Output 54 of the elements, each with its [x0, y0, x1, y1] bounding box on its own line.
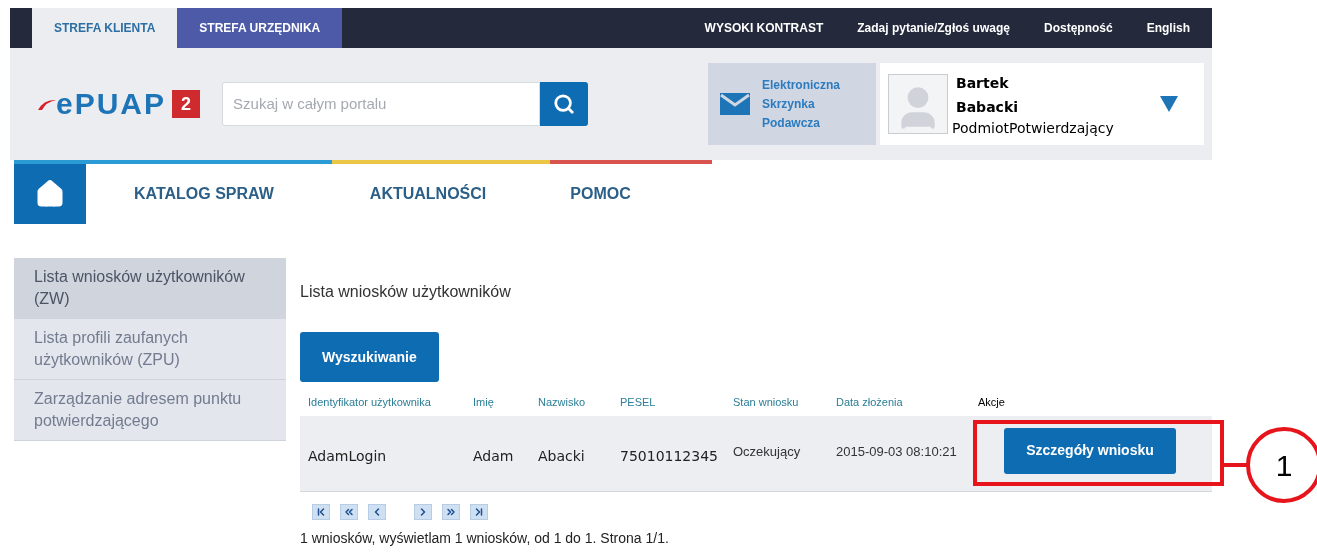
prev-page-icon: [343, 506, 355, 518]
home-icon: [35, 179, 65, 209]
top-link[interactable]: Dostępność: [1043, 19, 1113, 37]
avatar-icon: [888, 74, 948, 134]
table-cell: Oczekujący: [733, 443, 801, 459]
results-summary: 1 wniosków, wyświetlam 1 wniosków, od 1 do 1. Strona 1/1.: [300, 529, 670, 548]
pager-button[interactable]: [470, 504, 488, 520]
zone-tab[interactable]: STREFA URZĘDNIKA: [177, 8, 343, 48]
column-header: Imię: [473, 396, 494, 408]
top-link[interactable]: Zadaj pytanie/Zgłoś uwagę: [857, 19, 1010, 37]
nav-link[interactable]: POMOC: [570, 182, 631, 206]
table-cell: 75010112345: [620, 447, 718, 464]
epuap-logo[interactable]: ePUAP 2: [38, 89, 201, 119]
pager-button[interactable]: [414, 504, 432, 520]
user-name: Bartek Babacki: [956, 74, 1019, 117]
top-link[interactable]: WYSOKI KONTRAST: [704, 19, 824, 37]
logo-text: ePUAP: [56, 89, 167, 119]
nav-link[interactable]: KATALOG SPRAW: [134, 182, 274, 206]
envelope-icon: [720, 93, 750, 115]
home-button[interactable]: [14, 164, 86, 224]
pager-button[interactable]: [340, 504, 358, 520]
top-link[interactable]: English: [1146, 19, 1190, 37]
page-title: Lista wniosków użytkowników: [300, 282, 511, 302]
search-toggle-button[interactable]: Wyszukiwanie: [300, 332, 439, 382]
details-button[interactable]: Szczegóły wniosku: [1004, 427, 1176, 474]
column-header: Akcje: [978, 396, 1005, 408]
mailbox-label: Elektroniczna Skrzynka Podawcza: [762, 76, 841, 132]
column-header: PESEL: [620, 396, 656, 408]
first-icon: [315, 506, 327, 518]
search-field[interactable]: Szukaj w całym portalu: [222, 82, 541, 126]
table-cell: Abacki: [538, 447, 585, 464]
logo-badge: 2: [172, 90, 201, 118]
sidebar-item[interactable]: Lista profili zaufanych użytkowników (ZPU): [14, 319, 286, 380]
column-header: Data złożenia: [836, 396, 903, 408]
user-role: PodmiotPotwierdzający: [952, 119, 1114, 137]
sidebar-item[interactable]: Zarządzanie adresem punktu potwierdzającego: [14, 380, 286, 441]
zone-tab[interactable]: STREFA KLIENTA: [32, 8, 178, 48]
sidebar-item[interactable]: Lista wniosków użytkowników (ZW): [14, 258, 286, 319]
last-icon: [473, 506, 485, 518]
dropdown-arrow-icon[interactable]: [1160, 96, 1178, 112]
search-icon: [553, 93, 576, 115]
next-page-icon: [445, 506, 457, 518]
pager-button[interactable]: [442, 504, 460, 520]
nav-link[interactable]: AKTUALNOŚCI: [369, 182, 487, 206]
pager-button[interactable]: [368, 504, 386, 520]
search-button[interactable]: [540, 82, 589, 126]
table-cell: 2015-09-03 08:10:21: [836, 443, 957, 459]
table-cell: AdamLogin: [308, 447, 387, 464]
column-header: Nazwisko: [538, 396, 586, 408]
table-cell: Adam: [473, 447, 514, 464]
column-header: Stan wniosku: [733, 396, 799, 408]
pager-button[interactable]: [312, 504, 330, 520]
column-header: Identyfikator użytkownika: [308, 396, 431, 408]
swoosh-icon: [38, 98, 56, 110]
